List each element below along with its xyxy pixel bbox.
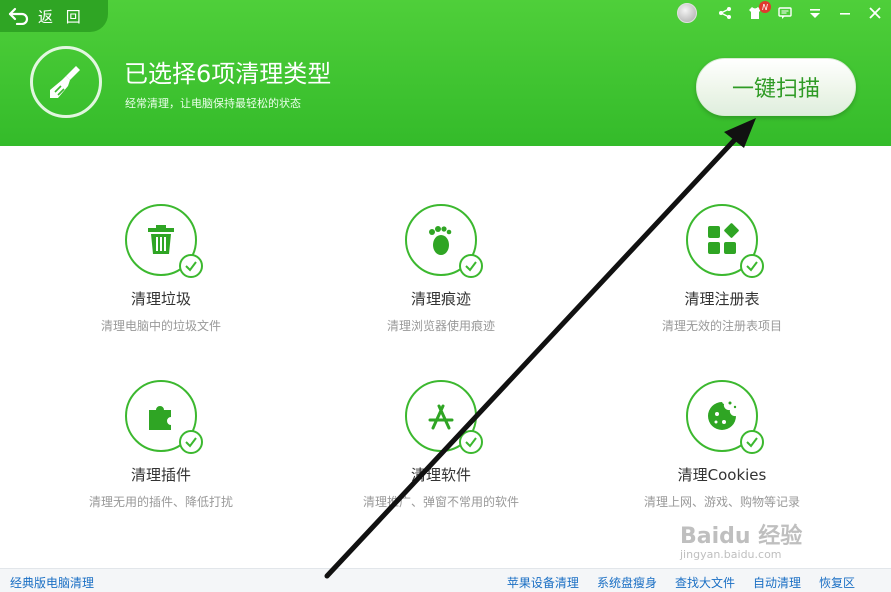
footer-link-restore-area[interactable]: 恢复区 xyxy=(819,574,855,591)
category-desc: 清理推广、弹窗不常用的软件 xyxy=(362,495,519,509)
category-clean-traces[interactable]: 清理痕迹 清理浏览器使用痕迹 xyxy=(326,204,556,334)
footer-link-big-files[interactable]: 查找大文件 xyxy=(675,574,735,591)
check-icon[interactable] xyxy=(740,254,764,278)
category-title: 清理垃圾 xyxy=(130,290,191,308)
back-arrow-icon xyxy=(8,7,29,25)
menu-dropdown-icon[interactable] xyxy=(807,5,823,21)
window-controls: N xyxy=(717,1,883,24)
user-avatar[interactable] xyxy=(677,3,697,23)
cookie-icon xyxy=(708,401,737,430)
footer-bar: 经典版电脑清理 苹果设备清理 系统盘瘦身 查找大文件 自动清理 恢复区 xyxy=(0,568,891,592)
check-icon[interactable] xyxy=(459,430,483,454)
page-title: 已选择6项清理类型 xyxy=(124,60,332,88)
notification-badge: N xyxy=(759,1,771,13)
app-store-icon xyxy=(428,404,454,430)
feedback-icon[interactable] xyxy=(777,5,793,21)
watermark-url: jingyan.baidu.com xyxy=(680,548,782,561)
category-clean-cookies[interactable]: 清理Cookies 清理上网、游戏、购物等记录 xyxy=(607,380,837,510)
category-title: 清理注册表 xyxy=(684,290,760,308)
close-icon[interactable] xyxy=(867,5,883,21)
category-desc: 清理无用的插件、降低打扰 xyxy=(88,495,233,509)
broom-icon xyxy=(50,66,80,98)
category-desc: 清理无效的注册表项目 xyxy=(661,319,782,333)
puzzle-icon xyxy=(149,406,171,430)
broom-badge xyxy=(30,46,102,118)
footer-link-system-disk[interactable]: 系统盘瘦身 xyxy=(597,574,657,591)
category-title: 清理痕迹 xyxy=(410,290,471,308)
trash-icon xyxy=(148,225,174,254)
minimize-icon[interactable] xyxy=(837,5,853,21)
footprint-icon xyxy=(429,226,452,255)
cleaner-window: 返 回 N 已选择6项清理类型 经常清理，让电脑保持最轻松的状态 一键扫描 清理… xyxy=(0,0,891,592)
back-label: 返 回 xyxy=(38,7,85,26)
category-clean-plugins[interactable]: 清理插件 清理无用的插件、降低打扰 xyxy=(46,380,276,510)
check-icon[interactable] xyxy=(459,254,483,278)
check-icon[interactable] xyxy=(740,430,764,454)
page-subtitle: 经常清理，让电脑保持最轻松的状态 xyxy=(125,97,301,110)
registry-blocks-icon xyxy=(708,223,739,254)
check-icon[interactable] xyxy=(179,430,203,454)
baidu-jingyan-watermark: Baidu 经验 jingyan.baidu.com xyxy=(680,518,802,561)
footer-links: 苹果设备清理 系统盘瘦身 查找大文件 自动清理 恢复区 xyxy=(507,574,855,591)
category-title: 清理插件 xyxy=(130,466,191,484)
footer-link-apple-device[interactable]: 苹果设备清理 xyxy=(507,574,579,591)
footer-link-auto-clean[interactable]: 自动清理 xyxy=(753,574,801,591)
category-clean-software[interactable]: 清理软件 清理推广、弹窗不常用的软件 xyxy=(326,380,556,510)
share-icon[interactable] xyxy=(717,5,733,21)
watermark-brand: Baidu 经验 xyxy=(680,524,803,549)
category-clean-junk[interactable]: 清理垃圾 清理电脑中的垃圾文件 xyxy=(46,204,276,334)
category-title: 清理软件 xyxy=(410,466,471,484)
category-desc: 清理上网、游戏、购物等记录 xyxy=(643,495,800,509)
classic-cleaner-link[interactable]: 经典版电脑清理 xyxy=(10,574,94,591)
check-icon[interactable] xyxy=(179,254,203,278)
one-click-scan-button[interactable]: 一键扫描 xyxy=(696,58,856,116)
skin-icon[interactable]: N xyxy=(747,1,771,21)
category-desc: 清理电脑中的垃圾文件 xyxy=(100,319,221,333)
back-button[interactable]: 返 回 xyxy=(0,0,108,32)
category-title: 清理Cookies xyxy=(677,466,767,484)
category-desc: 清理浏览器使用痕迹 xyxy=(386,319,495,333)
category-clean-registry[interactable]: 清理注册表 清理无效的注册表项目 xyxy=(607,204,837,334)
header-banner: 返 回 N 已选择6项清理类型 经常清理，让电脑保持最轻松的状态 一键扫描 xyxy=(0,0,891,146)
